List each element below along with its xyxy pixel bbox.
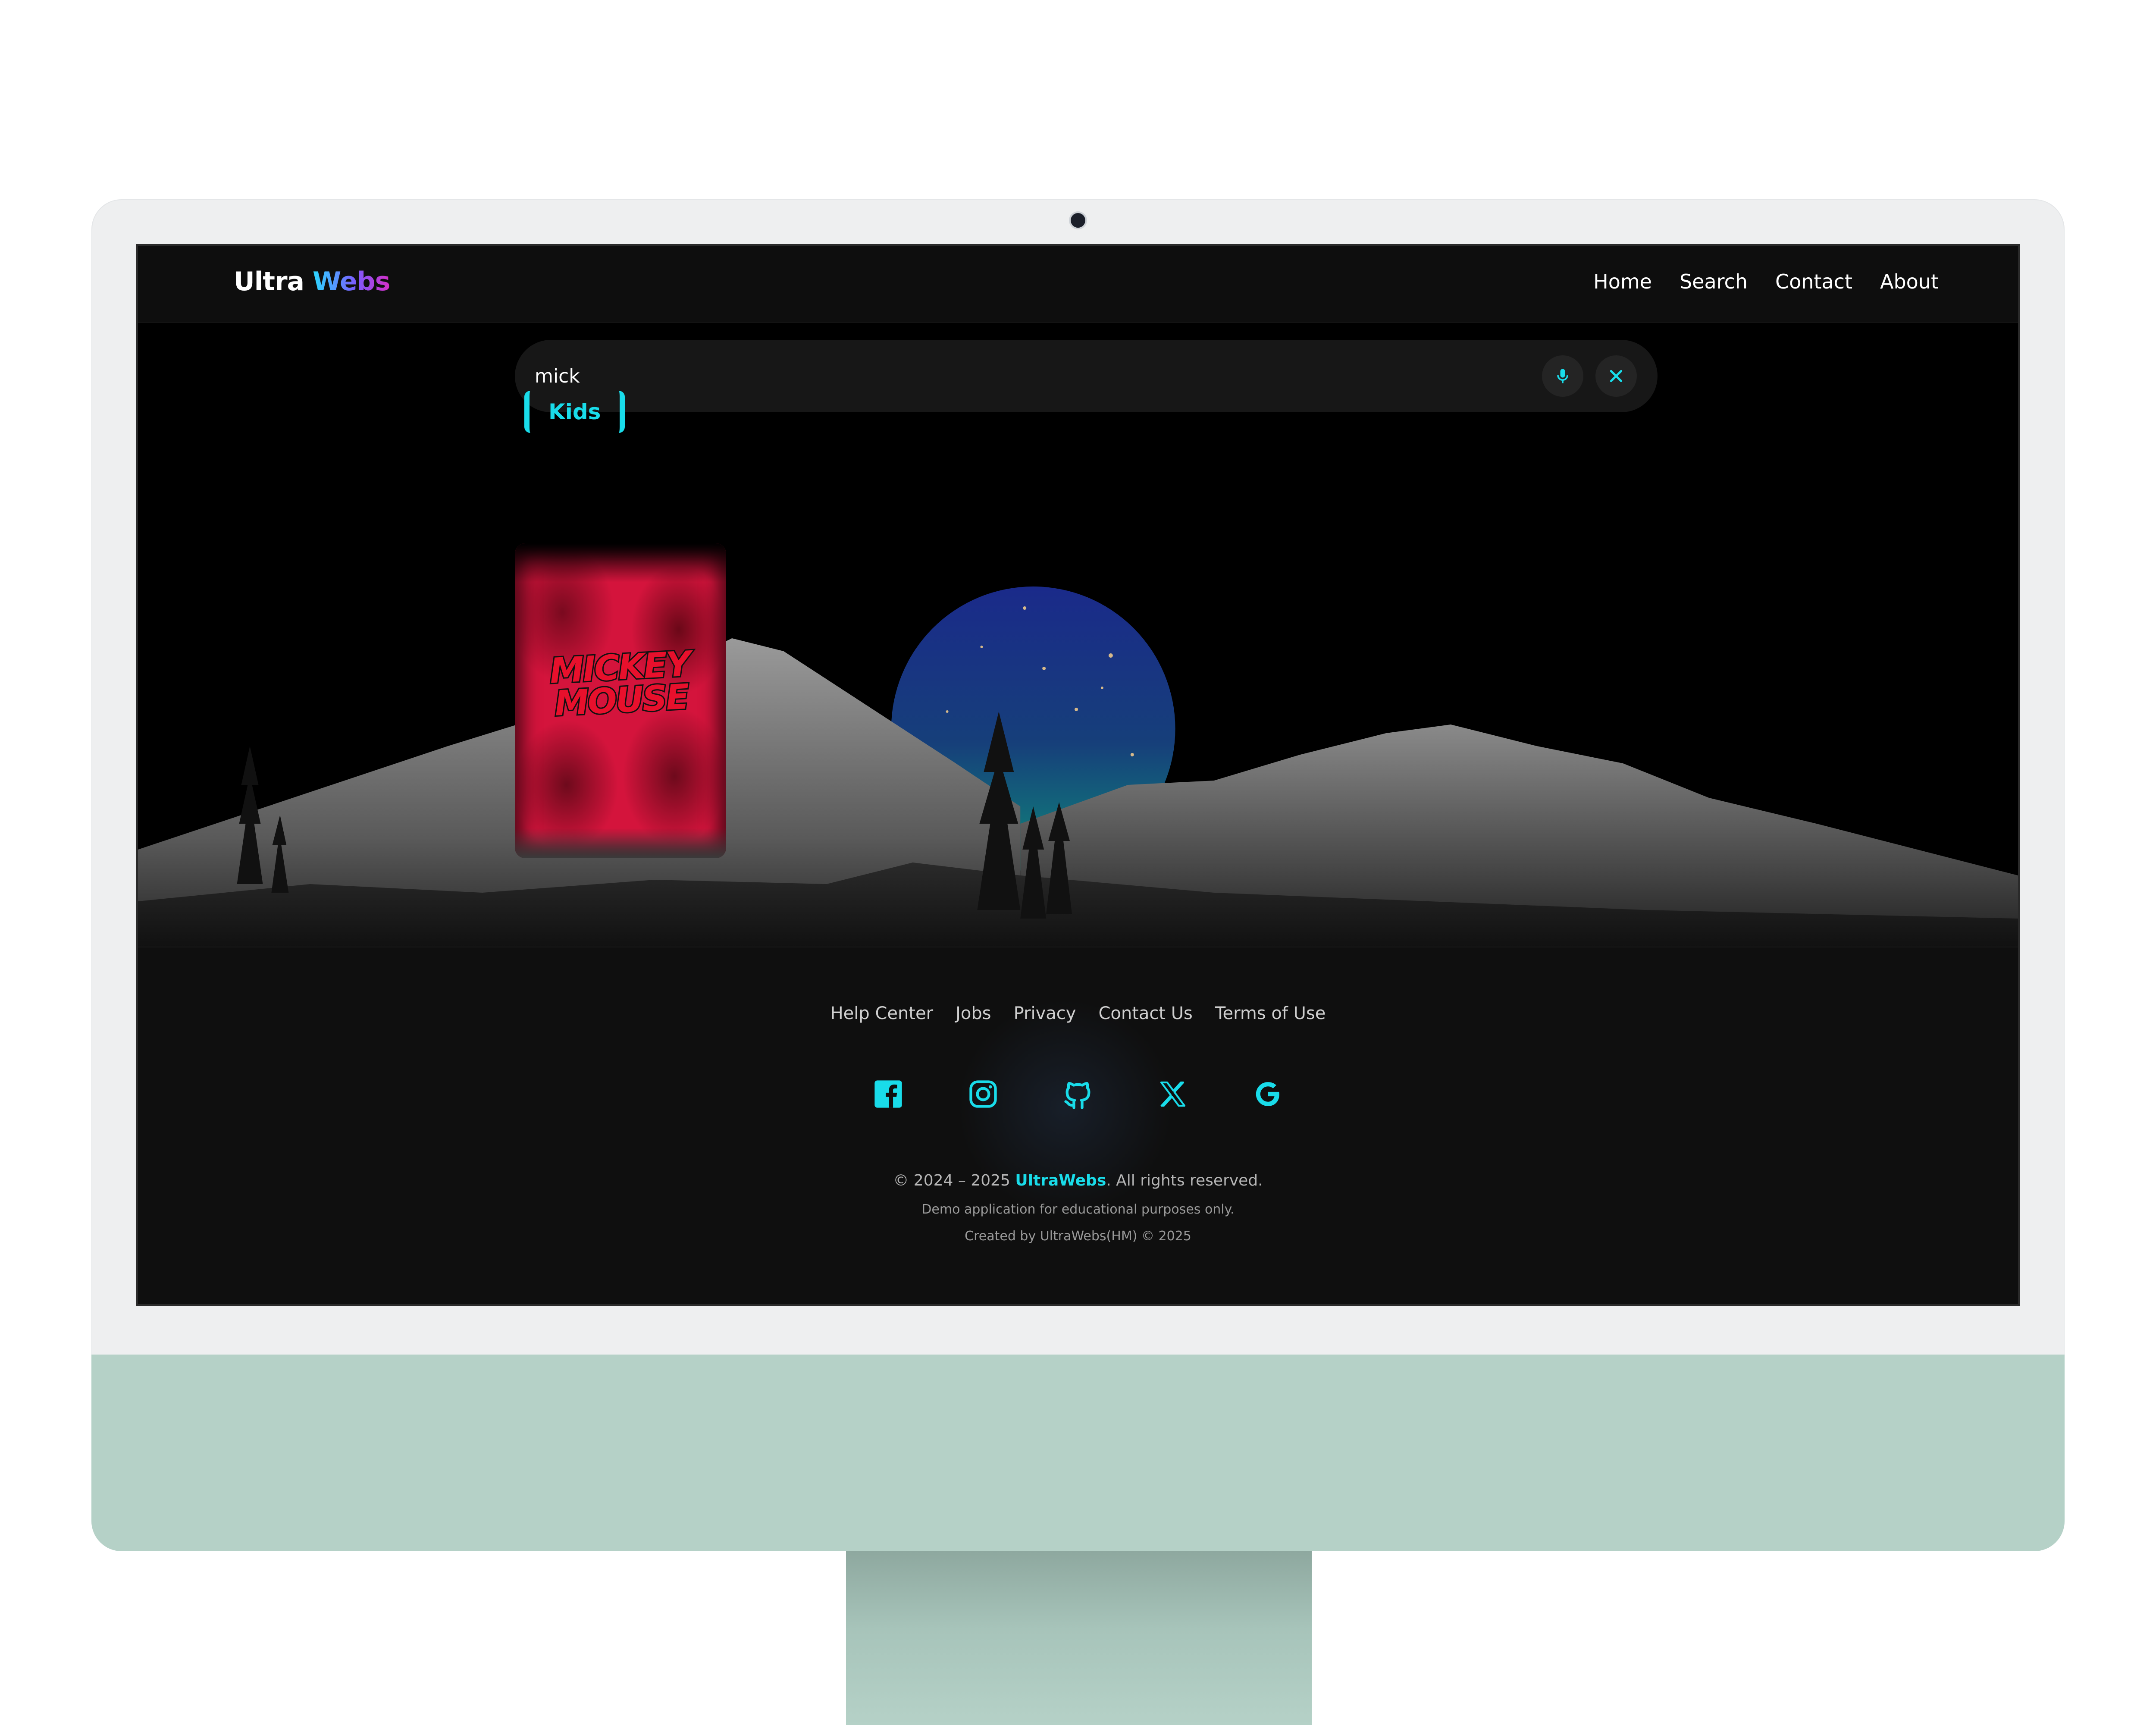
google-icon[interactable] [1250, 1077, 1285, 1111]
nav-search[interactable]: Search [1680, 270, 1748, 293]
card-fade [515, 543, 726, 582]
footer-disclaimer: Demo application for educational purpose… [921, 1202, 1235, 1217]
result-card[interactable]: MICKEY MOUSE [515, 543, 726, 858]
social-links [138, 1077, 2018, 1111]
microphone-icon [1557, 369, 1568, 383]
category-label: Kids [548, 399, 601, 424]
screen: Ultra Webs Home Search Contact About Kid… [136, 244, 2020, 1306]
search-input[interactable] [534, 356, 1527, 396]
brand-text: Ultra [234, 267, 304, 297]
footer-link-privacy[interactable]: Privacy [1014, 1004, 1076, 1023]
footer-link-jobs[interactable]: Jobs [956, 1004, 991, 1023]
camera-icon [1071, 213, 1085, 228]
category-heading: Kids [524, 391, 625, 433]
monitor-chin [91, 1355, 2065, 1551]
nav-contact[interactable]: Contact [1775, 270, 1852, 293]
x-icon[interactable] [1156, 1077, 1190, 1111]
card-fade [515, 828, 726, 858]
nav-about[interactable]: About [1880, 270, 1939, 293]
footer-links: Help Center Jobs Privacy Contact Us Term… [138, 1004, 2018, 1023]
copyright-suffix: . All rights reserved. [1106, 1172, 1263, 1189]
footer-credit: Created by UltraWebs(HM) © 2025 [965, 1229, 1191, 1244]
copyright-prefix: © 2024 – 2025 [893, 1172, 1010, 1189]
search-bar [515, 340, 1658, 412]
card-title-logo: MICKEY MOUSE [515, 643, 726, 725]
github-icon[interactable] [1061, 1077, 1095, 1111]
main-nav: Home Search Contact About [1593, 270, 1939, 293]
clear-search-button[interactable] [1595, 355, 1637, 397]
footer-link-terms-of-use[interactable]: Terms of Use [1215, 1004, 1326, 1023]
footer-link-contact-us[interactable]: Contact Us [1098, 1004, 1192, 1023]
footer-link-help-center[interactable]: Help Center [830, 1004, 934, 1023]
copyright-brand-link[interactable]: UltraWebs [1015, 1172, 1106, 1189]
facebook-icon[interactable] [871, 1077, 906, 1111]
mic-button[interactable] [1542, 355, 1583, 397]
copyright-text: © 2024 – 2025 UltraWebs. All rights rese… [138, 1172, 2018, 1189]
landscape-background [138, 586, 2018, 970]
brand-accent-text: Webs [312, 267, 390, 297]
navbar: Ultra Webs Home Search Contact About [138, 246, 2018, 323]
footer: Help Center Jobs Privacy Contact Us Term… [138, 947, 2018, 1304]
brand-logo[interactable]: Ultra Webs [234, 267, 390, 297]
close-icon [1610, 370, 1623, 383]
monitor-stand [846, 1551, 1312, 1725]
nav-home[interactable]: Home [1593, 270, 1652, 293]
instagram-icon[interactable] [966, 1077, 1000, 1111]
